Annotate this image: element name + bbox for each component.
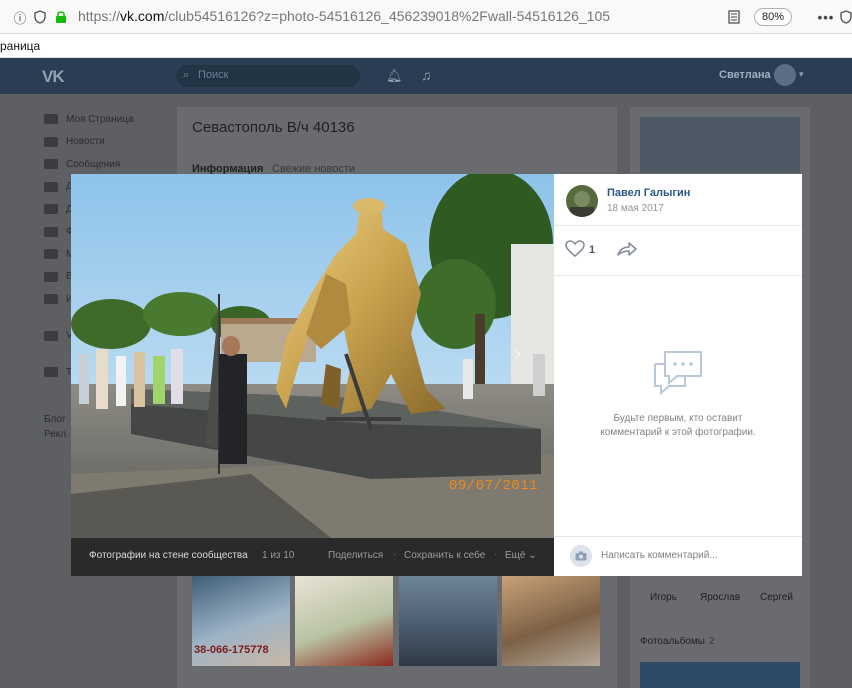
divider bbox=[554, 275, 802, 276]
menu-item-messages[interactable]: Сообщения bbox=[44, 153, 134, 176]
messages-icon bbox=[44, 159, 58, 170]
photos-icon bbox=[44, 226, 58, 237]
zoom-level-badge[interactable]: 80% bbox=[754, 8, 792, 26]
music-icon[interactable]: ♫ bbox=[421, 67, 432, 83]
thumbnail-3[interactable] bbox=[399, 576, 497, 666]
home-icon bbox=[44, 114, 58, 125]
bookmark-icon bbox=[44, 367, 58, 378]
divider bbox=[554, 225, 802, 226]
photo-viewer: 09/07/2011 › Фотографии на стене сообщес… bbox=[71, 174, 802, 576]
group-title: Севастополь В/ч 40136 bbox=[192, 119, 355, 136]
groups-icon bbox=[44, 204, 58, 215]
friends-icon bbox=[44, 181, 58, 192]
footer-blog-link[interactable]: Блог bbox=[44, 412, 66, 427]
divider bbox=[554, 536, 802, 537]
vk-pay-icon bbox=[44, 330, 58, 341]
thumbnail-1[interactable]: 38-066-175778 bbox=[192, 576, 290, 666]
shield-icon[interactable] bbox=[838, 9, 852, 25]
vk-logo[interactable]: VK bbox=[42, 67, 65, 87]
photo-sidebar: Павел Галыгин 18 мая 2017 1 Будьте первы… bbox=[554, 174, 802, 576]
share-icon[interactable] bbox=[616, 240, 638, 258]
save-button[interactable]: Сохранить к себе bbox=[404, 550, 485, 561]
comments-icon bbox=[651, 348, 705, 396]
author-name[interactable]: Павел Галыгин bbox=[607, 187, 690, 199]
games-icon bbox=[44, 294, 58, 305]
cover-photo[interactable] bbox=[640, 117, 800, 173]
thumbnail-2[interactable] bbox=[295, 576, 393, 666]
music-icon bbox=[44, 249, 58, 260]
info-icon[interactable]: ⓘ bbox=[12, 9, 28, 26]
chevron-down-icon: ⌄ bbox=[528, 550, 537, 561]
friend-name[interactable]: Ярослав bbox=[700, 592, 740, 603]
menu-item-news[interactable]: Новости bbox=[44, 131, 134, 154]
thumbnail-4[interactable] bbox=[502, 576, 600, 666]
reader-view-icon[interactable] bbox=[726, 9, 742, 25]
tab-strip: раница bbox=[0, 34, 852, 58]
photo-date-stamp: 09/07/2011 bbox=[449, 478, 539, 494]
avatar[interactable] bbox=[774, 64, 796, 86]
left-footer: Блог Рекл bbox=[44, 412, 66, 442]
url-field[interactable]: https://vk.com/club54516126?z=photo-5451… bbox=[78, 8, 610, 24]
separator-dot: · bbox=[494, 549, 498, 560]
bell-icon[interactable]: 🔔︎ bbox=[386, 68, 403, 84]
news-icon bbox=[44, 136, 58, 147]
video-icon bbox=[44, 271, 58, 282]
footer-ads-link[interactable]: Рекл bbox=[44, 427, 66, 442]
search-icon: ⌕ bbox=[183, 69, 190, 81]
camera-icon[interactable] bbox=[570, 545, 592, 567]
address-bar: ⓘ https://vk.com/club54516126?z=photo-54… bbox=[0, 0, 852, 34]
user-name[interactable]: Светлана bbox=[719, 69, 771, 81]
vk-header: VK ⌕ Поиск 🔔︎ ♫ Светлана ▾ bbox=[0, 58, 852, 94]
album-link[interactable]: Фотографии на стене сообщества bbox=[89, 550, 248, 561]
separator-dot: · bbox=[393, 549, 397, 560]
search-placeholder: Поиск bbox=[198, 69, 229, 81]
albums-heading[interactable]: Фотоальбомы 2 bbox=[640, 636, 715, 647]
search-input[interactable]: ⌕ Поиск bbox=[176, 65, 360, 87]
thumbnail-caption: 38-066-175778 bbox=[194, 644, 269, 656]
empty-comments-text: Будьте первым, кто оставит комментарий к… bbox=[600, 413, 756, 438]
chevron-down-icon[interactable]: ▾ bbox=[799, 69, 804, 80]
album-thumbnail[interactable] bbox=[640, 662, 800, 688]
next-arrow-icon[interactable]: › bbox=[514, 340, 521, 366]
like-count: 1 bbox=[589, 244, 596, 256]
lock-icon[interactable] bbox=[53, 9, 69, 25]
heart-icon[interactable] bbox=[565, 240, 585, 258]
friend-name[interactable]: Игорь bbox=[650, 592, 677, 603]
more-button[interactable]: Ещё ⌄ bbox=[505, 550, 537, 561]
tab-title[interactable]: раница bbox=[0, 39, 40, 53]
comment-input[interactable]: Написать комментарий... bbox=[601, 550, 718, 561]
shield-icon[interactable] bbox=[32, 9, 48, 25]
menu-item-my-page[interactable]: Моя Страница bbox=[44, 108, 134, 131]
post-date[interactable]: 18 мая 2017 bbox=[607, 203, 664, 214]
photo[interactable]: 09/07/2011 › bbox=[71, 174, 554, 538]
photo-bottom-bar: Фотографии на стене сообщества 1 из 10 П… bbox=[71, 538, 554, 576]
author-avatar[interactable] bbox=[566, 185, 598, 217]
more-actions-icon[interactable]: ••• bbox=[818, 9, 834, 25]
share-button[interactable]: Поделиться bbox=[328, 550, 383, 561]
friend-name[interactable]: Сергей bbox=[760, 592, 793, 603]
albums-count: 2 bbox=[708, 636, 715, 647]
photo-counter: 1 из 10 bbox=[262, 550, 295, 561]
